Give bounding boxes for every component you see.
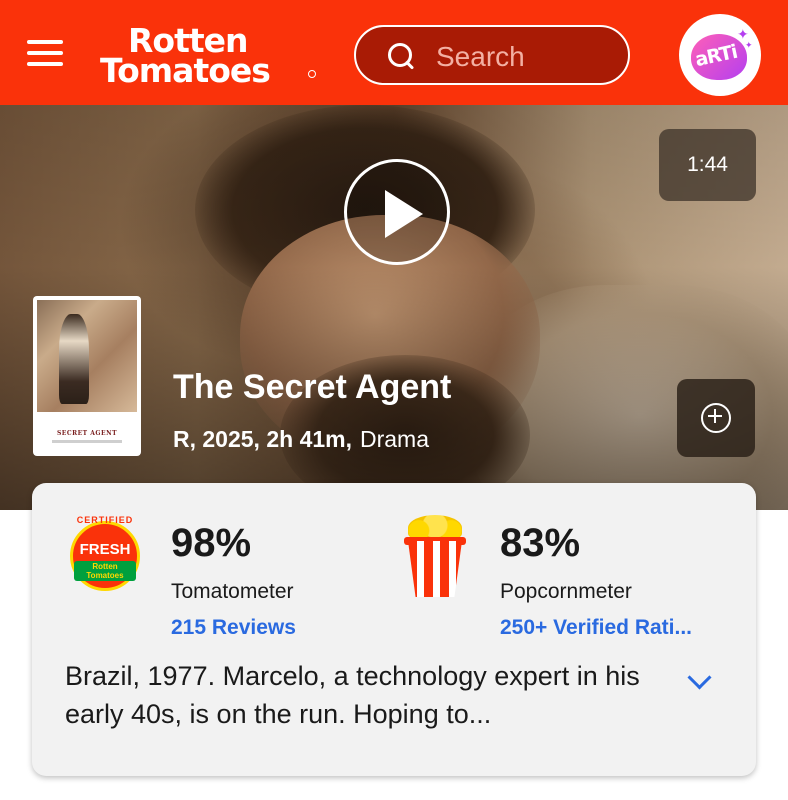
badge-fresh-text: FRESH <box>79 541 131 558</box>
search-icon <box>386 41 418 73</box>
poster-title: SECRET AGENT <box>56 430 118 437</box>
sparkle-icon: ✦ <box>745 40 753 50</box>
rotten-tomatoes-logo[interactable]: Rotten Tomatoes <box>100 22 316 90</box>
movie-synopsis: Brazil, 1977. Marcelo, a technology expe… <box>65 661 640 729</box>
registered-mark <box>308 70 316 78</box>
popcorn-icon <box>404 513 466 597</box>
logo-line-tomatoes: Tomatoes <box>100 51 271 90</box>
rating-year-runtime: R, 2025, 2h 41m, <box>173 426 352 452</box>
video-duration-badge: 1:44 <box>659 129 756 201</box>
plus-circle-icon-vertical <box>714 409 716 423</box>
hero-trailer: 1:44 SECRET AGENT The Secret Agent R, 20… <box>0 105 788 510</box>
popcornmeter-ratings-link[interactable]: 250+ Verified Rati... <box>500 616 692 640</box>
top-bar: Rotten Tomatoes Search aRTi ✦ ✦ <box>0 0 788 105</box>
badge-top-text: CERTIFIED <box>76 515 134 525</box>
arti-avatar-button[interactable]: aRTi ✦ ✦ <box>679 14 761 96</box>
add-to-watchlist-button[interactable] <box>677 379 755 457</box>
hamburger-menu-icon[interactable] <box>24 34 66 72</box>
tomatometer-score: 98% <box>171 521 252 565</box>
badge-ribbon-text: Rotten Tomatoes <box>74 561 136 581</box>
tomatometer-reviews-link[interactable]: 215 Reviews <box>171 616 296 640</box>
play-trailer-button[interactable] <box>344 159 450 265</box>
popcorn-bucket <box>408 541 462 597</box>
tomatometer-label: Tomatometer <box>171 580 294 603</box>
popcornmeter-score: 83% <box>500 521 581 565</box>
movie-title: The Secret Agent <box>173 368 452 406</box>
chevron-down-icon[interactable] <box>686 669 712 689</box>
poster-figure <box>59 314 89 404</box>
poster-image <box>37 300 137 412</box>
movie-poster[interactable]: SECRET AGENT <box>33 296 141 456</box>
movie-meta: R, 2025, 2h 41m, Drama <box>173 426 429 453</box>
movie-genre: Drama <box>360 426 430 452</box>
popcornmeter-label: Popcornmeter <box>500 580 632 603</box>
certified-fresh-icon: CERTIFIED FRESH Rotten Tomatoes <box>66 515 144 593</box>
search-placeholder: Search <box>436 41 525 72</box>
poster-credits-line <box>52 440 122 443</box>
score-card: CERTIFIED FRESH Rotten Tomatoes 98% Toma… <box>32 483 756 776</box>
search-bar[interactable]: Search <box>354 25 630 85</box>
